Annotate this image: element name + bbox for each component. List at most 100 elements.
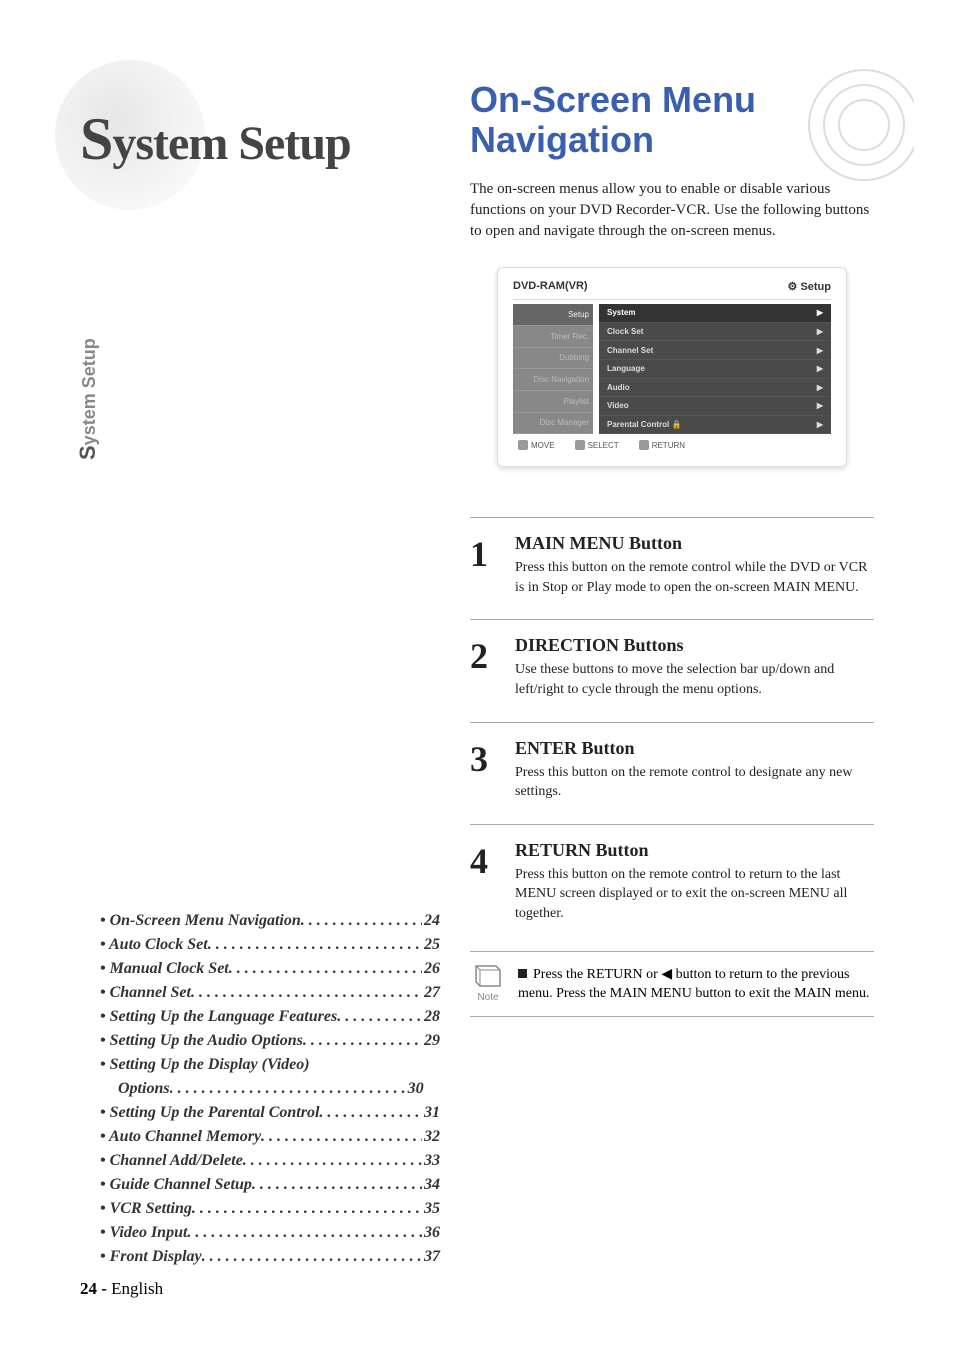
toc-dots: . . . . . . . . . . . . . . . . . . . . …: [243, 1149, 422, 1173]
toc-item-page: 24: [422, 909, 440, 933]
osd-left-item: Setup: [513, 304, 593, 326]
step-title: ENTER Button: [515, 738, 874, 759]
osd-left-item: Playlist: [513, 391, 593, 413]
toc-dots: . . . . . . . . . . . . . . . . . . . . …: [303, 1029, 422, 1053]
divider: [470, 619, 874, 620]
page-footer: 24 - English: [80, 1279, 163, 1299]
chevron-right-icon: ▶: [817, 401, 823, 410]
toc-item: • Setting Up the Language Features . . .…: [100, 1005, 440, 1029]
osd-right-item-label: Video: [607, 401, 629, 410]
osd-footer-icon: [575, 440, 585, 450]
toc-item-label: • Auto Channel Memory: [100, 1125, 261, 1149]
toc-item-page: 32: [422, 1125, 440, 1149]
page-title: System Setup: [80, 105, 440, 174]
osd-footer-label: SELECT: [588, 441, 619, 450]
divider: [470, 517, 874, 518]
osd-menu-footer: MOVE SELECT RETURN: [513, 440, 831, 450]
toc-item: • Auto Clock Set . . . . . . . . . . . .…: [100, 933, 440, 957]
chevron-right-icon: ▶: [817, 383, 823, 392]
toc-item: • Setting Up the Display (Video): [100, 1053, 440, 1077]
step-title: DIRECTION Buttons: [515, 635, 874, 656]
note-text-pre: Press the RETURN or: [533, 967, 661, 982]
instruction-step: 4RETURN ButtonPress this button on the r…: [470, 840, 874, 924]
note-block: Note Press the RETURN or ◀ button to ret…: [470, 951, 874, 1017]
osd-footer-label: RETURN: [652, 441, 685, 450]
page-title-first-letter: S: [80, 106, 112, 172]
toc-item-page: 36: [422, 1221, 440, 1245]
note-icon: [474, 964, 502, 988]
osd-right-item-label: System: [607, 308, 635, 317]
toc-item-label: • Setting Up the Parental Control: [100, 1101, 319, 1125]
toc-item: • Guide Channel Setup . . . . . . . . . …: [100, 1173, 440, 1197]
osd-right-item-label: Parental Control 🔒: [607, 420, 681, 429]
step-number: 1: [470, 533, 500, 597]
toc-item-label: • Auto Clock Set: [100, 933, 208, 957]
chevron-right-icon: ▶: [817, 327, 823, 336]
osd-left-item: Dubbing: [513, 348, 593, 370]
osd-left-item: Timer Rec.: [513, 326, 593, 348]
side-tab-rest: ystem Setup: [79, 338, 99, 445]
osd-right-item: Language▶: [599, 360, 831, 379]
step-description: Press this button on the remote control …: [515, 558, 874, 597]
instruction-step: 3ENTER ButtonPress this button on the re…: [470, 738, 874, 802]
osd-footer-item: MOVE: [518, 440, 555, 450]
osd-left-item: Disc Navigation: [513, 369, 593, 391]
step-title: MAIN MENU Button: [515, 533, 874, 554]
step-content: MAIN MENU Button Press this button on the…: [515, 533, 874, 597]
osd-menu-left-panel: SetupTimer Rec.DubbingDisc NavigationPla…: [513, 304, 593, 434]
step-number: 2: [470, 635, 500, 699]
osd-menu-right-panel: System▶Clock Set▶Channel Set▶Language▶Au…: [599, 304, 831, 434]
toc-item: Options . . . . . . . . . . . . . . . . …: [100, 1077, 440, 1101]
toc-dots: . . . . . . . . . . . . . . . . . . . . …: [170, 1077, 406, 1101]
toc-item-page: 33: [422, 1149, 440, 1173]
side-tab-first-letter: S: [75, 445, 100, 460]
toc-item: • On-Screen Menu Navigation . . . . . . …: [100, 909, 440, 933]
note-text: Press the RETURN or ◀ button to return t…: [518, 964, 874, 1004]
toc-item-page: 35: [422, 1197, 440, 1221]
toc-item-page: 30: [406, 1077, 424, 1101]
toc-item-label: • Guide Channel Setup: [100, 1173, 252, 1197]
osd-right-item: System▶: [599, 304, 831, 323]
toc-item-page: 34: [422, 1173, 440, 1197]
toc-item: • Setting Up the Audio Options . . . . .…: [100, 1029, 440, 1053]
osd-footer-item: SELECT: [575, 440, 619, 450]
toc-item-label: Options: [118, 1077, 170, 1101]
instruction-step: 2DIRECTION ButtonsUse these buttons to m…: [470, 635, 874, 699]
toc-dots: . . . . . . . . . . . . . . . . . . . . …: [208, 933, 422, 957]
osd-footer-item: RETURN: [639, 440, 685, 450]
osd-right-item: Audio ▶: [599, 379, 831, 398]
osd-menu-screenshot: DVD-RAM(VR) ⚙ Setup SetupTimer Rec.Dubbi…: [497, 267, 847, 467]
toc-item-page: 29: [422, 1029, 440, 1053]
step-content: RETURN ButtonPress this button on the re…: [515, 840, 874, 924]
toc-item-label: • Manual Clock Set: [100, 957, 229, 981]
osd-menu-header: DVD-RAM(VR) ⚙ Setup: [513, 280, 831, 300]
step-title: RETURN Button: [515, 840, 874, 861]
toc-item-label: • VCR Setting: [100, 1197, 192, 1221]
step-number: 3: [470, 738, 500, 802]
toc-item-label: • Channel Add/Delete: [100, 1149, 243, 1173]
osd-left-item: Disc Manager: [513, 413, 593, 435]
toc-dots: . . . . . . . . . . . . . . . . . . . . …: [202, 1245, 422, 1269]
osd-footer-label: MOVE: [531, 441, 555, 450]
toc-item: • Auto Channel Memory . . . . . . . . . …: [100, 1125, 440, 1149]
instruction-step: 1 MAIN MENU Button Press this button on th…: [470, 533, 874, 597]
page-language: English: [111, 1279, 163, 1298]
toc-dots: . . . . . . . . . . . . . . . . . . . . …: [337, 1005, 422, 1029]
toc-dots: . . . . . . . . . . . . . . . . . . . . …: [229, 957, 422, 981]
toc-item: • Setting Up the Parental Control . . . …: [100, 1101, 440, 1125]
toc-item-label: • Setting Up the Display (Video): [100, 1053, 310, 1077]
toc-dots: . . . . . . . . . . . . . . . . . . . . …: [261, 1125, 422, 1149]
toc-item: • Front Display . . . . . . . . . . . . …: [100, 1245, 440, 1269]
divider: [470, 824, 874, 825]
toc-dots: . . . . . . . . . . . . . . . . . . . . …: [192, 1197, 422, 1221]
osd-right-item: Parental Control 🔒▶: [599, 416, 831, 435]
note-bullet-icon: [518, 969, 527, 978]
osd-right-item-label: Language: [607, 364, 645, 373]
toc-dots: . . . . . . . . . . . . . . . . . . . . …: [319, 1101, 422, 1125]
step-content: ENTER ButtonPress this button on the rem…: [515, 738, 874, 802]
toc-item-page: 31: [422, 1101, 440, 1125]
osd-right-item-label: Clock Set: [607, 327, 643, 336]
osd-right-item-label: Audio: [607, 383, 630, 392]
toc-item: • Video Input . . . . . . . . . . . . . …: [100, 1221, 440, 1245]
toc-dots: . . . . . . . . . . . . . . . . . . . . …: [191, 981, 422, 1005]
